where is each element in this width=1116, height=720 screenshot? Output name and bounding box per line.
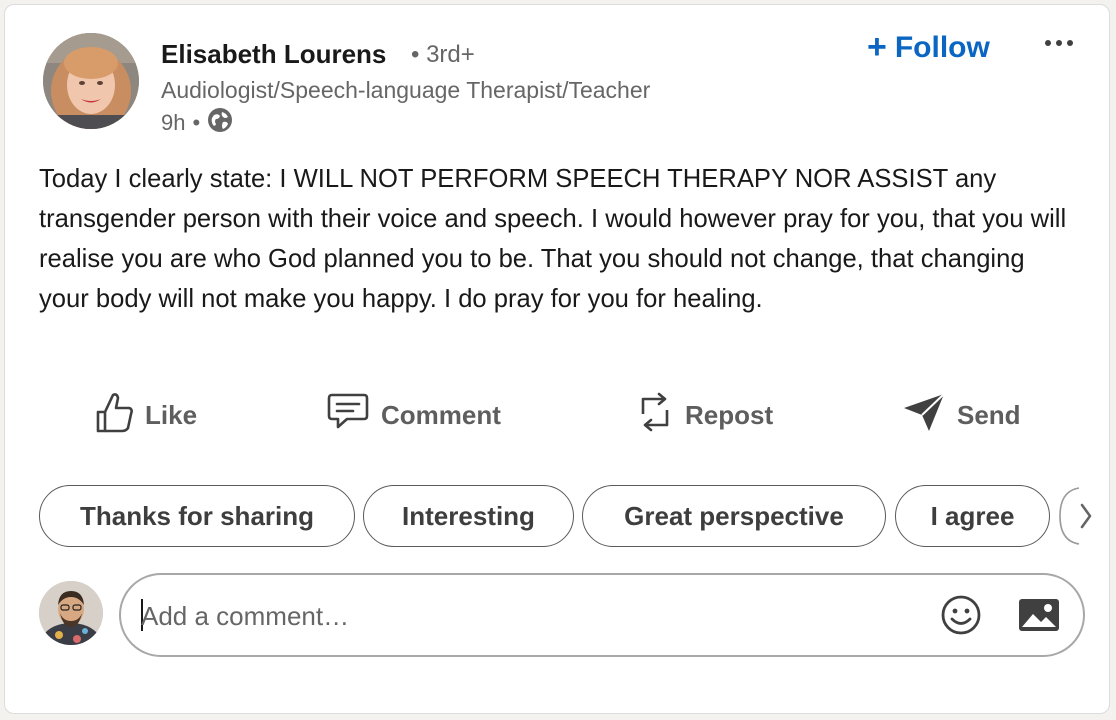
send-button[interactable]: Send xyxy=(901,391,1021,439)
comment-button[interactable]: Comment xyxy=(325,391,501,439)
follow-button[interactable]: + Follow xyxy=(867,29,990,67)
suggested-reply-i-agree[interactable]: I agree xyxy=(895,485,1050,547)
suggested-reply-thanks[interactable]: Thanks for sharing xyxy=(39,485,355,547)
comment-box xyxy=(119,573,1085,657)
send-label: Send xyxy=(957,399,1021,430)
suggested-reply-interesting[interactable]: Interesting xyxy=(363,485,574,547)
send-icon xyxy=(901,390,947,441)
post-meta: 9h • xyxy=(161,107,233,139)
author-name[interactable]: Elisabeth Lourens xyxy=(161,39,386,70)
post-card: Elisabeth Lourens • 3rd+ Audiologist/Spe… xyxy=(4,4,1110,714)
meta-separator: • xyxy=(192,110,201,135)
current-user-avatar[interactable] xyxy=(39,581,103,645)
comment-input[interactable] xyxy=(139,593,903,639)
like-button[interactable]: Like xyxy=(95,391,197,439)
suggested-reply-great-perspective[interactable]: Great perspective xyxy=(582,485,886,547)
repost-button[interactable]: Repost xyxy=(635,391,773,439)
follow-label: Follow xyxy=(894,31,990,64)
thumbs-up-icon xyxy=(95,390,135,441)
like-label: Like xyxy=(145,399,198,430)
more-options-icon[interactable] xyxy=(1043,33,1075,53)
repost-icon xyxy=(635,390,675,441)
comment-label: Comment xyxy=(381,399,501,430)
comment-icon xyxy=(325,392,371,439)
author-avatar[interactable] xyxy=(43,33,139,129)
suggestions-next-icon[interactable] xyxy=(1057,485,1116,547)
plus-icon: + xyxy=(867,27,887,66)
post-body: Today I clearly state: I WILL NOT PERFOR… xyxy=(39,165,1067,313)
image-icon[interactable] xyxy=(1017,595,1061,635)
globe-icon xyxy=(207,107,233,139)
author-headline: Audiologist/Speech-language Therapist/Te… xyxy=(161,77,651,103)
post-time: 9h xyxy=(161,110,186,135)
connection-degree: • 3rd+ xyxy=(411,41,475,68)
emoji-icon[interactable] xyxy=(939,593,983,637)
repost-label: Repost xyxy=(685,399,774,430)
